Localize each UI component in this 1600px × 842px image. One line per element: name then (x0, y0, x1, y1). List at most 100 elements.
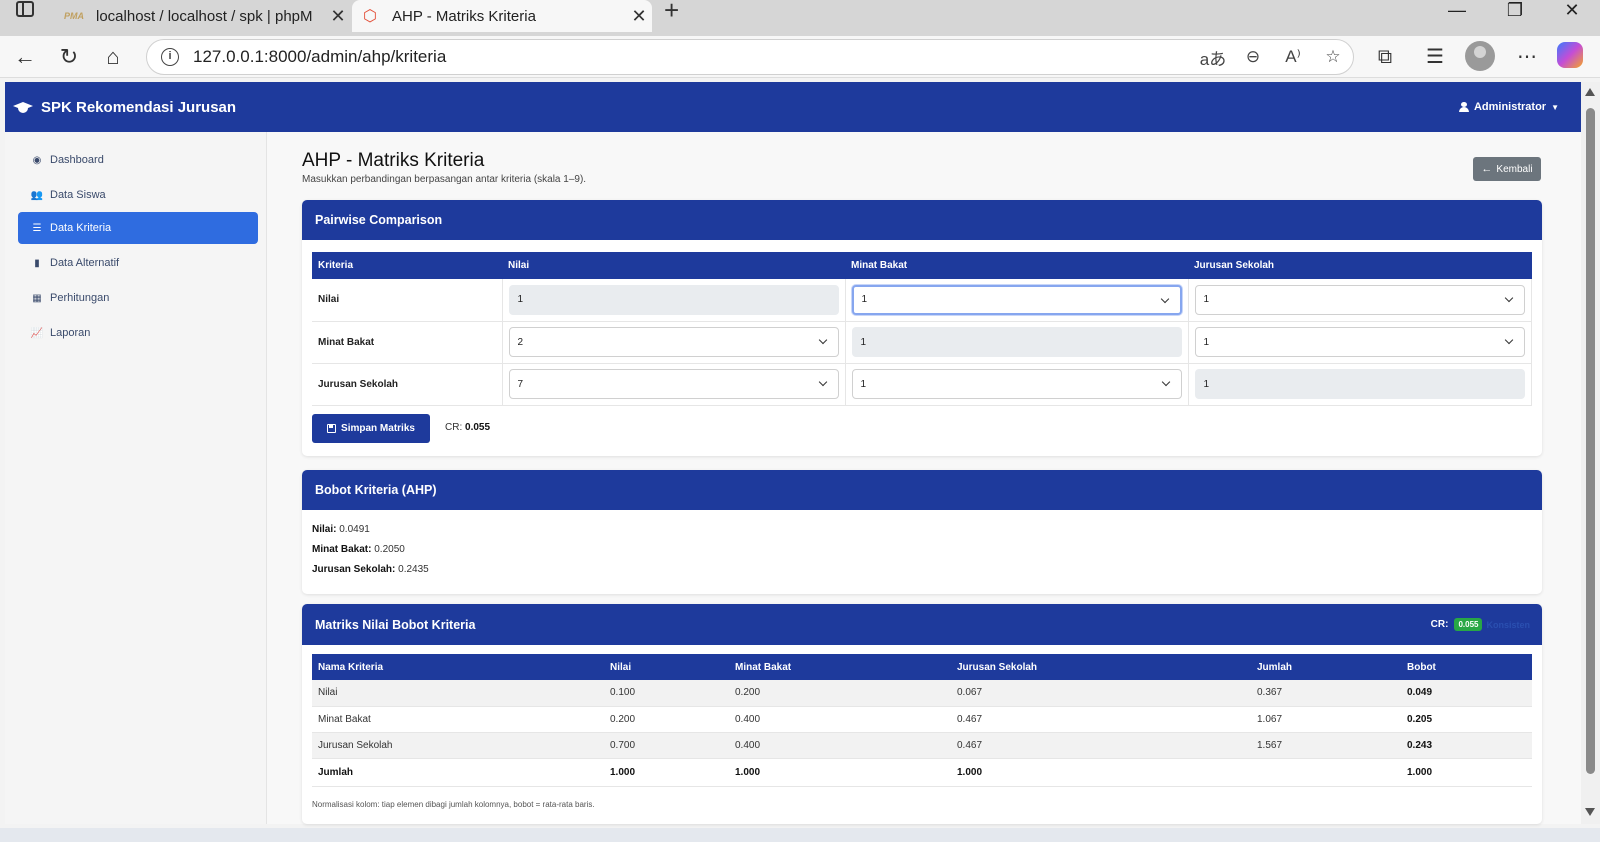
table-cell: 0.400 (729, 732, 951, 759)
column-header: Bobot (1401, 654, 1532, 680)
back-button-label: Kembali (1496, 163, 1533, 175)
table-cell: 1.000 (604, 758, 729, 787)
restore-button[interactable]: ❐ (1495, 0, 1535, 21)
brand-title: SPK Rekomendasi Jurusan (41, 98, 237, 116)
table-cell: 0.200 (604, 706, 729, 733)
close-window-button[interactable]: ✕ (1552, 0, 1592, 21)
weight-value: 0.0491 (339, 524, 370, 535)
tab-phpmyadmin[interactable]: PMA localhost / localhost / spk | phpM ✕ (56, 0, 351, 32)
translate-icon[interactable]: aあ (1193, 45, 1233, 70)
close-icon[interactable]: ✕ (626, 6, 652, 27)
table-cell: 0.467 (951, 706, 1251, 733)
matrix-select[interactable]: 1 (851, 284, 1182, 315)
tab-actions-icon[interactable] (16, 1, 34, 17)
bookmark-icon: ▮ (34, 257, 40, 269)
column-header: Jurusan Sekolah (951, 654, 1251, 680)
weight-item: Nilai: 0.0491 (312, 524, 1532, 535)
cr-badge: 0.055 (1454, 618, 1483, 631)
reload-icon[interactable]: ↻ (54, 42, 84, 72)
weight-label: Jurusan Sekolah: (312, 564, 396, 575)
column-header: Nama Kriteria (312, 654, 604, 680)
save-button-label: Simpan Matriks (341, 423, 415, 434)
more-options-icon[interactable]: ⋯ (1512, 42, 1542, 72)
back-button[interactable]: ← Kembali (1473, 157, 1541, 181)
weight-item: Jurusan Sekolah: 0.2435 (312, 564, 1532, 575)
sidebar-item-laporan[interactable]: 📈 Laporan (18, 317, 258, 349)
normalization-note: Normalisasi kolom: tiap elemen dibagi ju… (312, 800, 595, 809)
table-cell: 0.467 (951, 732, 1251, 759)
scroll-up-icon[interactable] (1585, 88, 1595, 96)
address-toolbar: ← ↻ ⌂ i 127.0.0.1:8000/admin/ahp/kriteri… (0, 36, 1600, 78)
tab-ahp-matriks[interactable]: ⬡ AHP - Matriks Kriteria ✕ (352, 0, 652, 32)
home-icon[interactable]: ⌂ (98, 42, 128, 72)
cell-value: 1 (1203, 378, 1210, 390)
table-cell: 0.200 (729, 680, 951, 707)
zoom-out-icon[interactable]: ⊖ (1233, 47, 1273, 67)
site-info-icon[interactable]: i (161, 48, 179, 66)
minimize-button[interactable]: — (1437, 0, 1477, 21)
read-aloud-icon[interactable]: A⁾ (1273, 47, 1313, 67)
gauge-icon: ◉ (32, 154, 42, 166)
table-cell: Jurusan Sekolah (312, 732, 604, 759)
chevron-down-icon (818, 377, 827, 387)
select-value: 2 (517, 336, 524, 348)
table-cell: 0.100 (604, 680, 729, 707)
close-icon[interactable]: ✕ (325, 6, 351, 27)
table-cell: Jumlah (312, 758, 604, 787)
user-name: Administrator (1473, 101, 1547, 113)
table-cell: 0.367 (1251, 680, 1401, 707)
favorites-icon[interactable]: ☰ (1420, 42, 1450, 72)
select-value: 1 (860, 378, 867, 390)
graduation-cap-icon (13, 100, 33, 114)
scrollbar-thumb[interactable] (1586, 108, 1595, 774)
chevron-down-icon (1161, 377, 1170, 387)
matrix-select[interactable]: 1 (1194, 327, 1525, 357)
table-cell: Minat Bakat (312, 706, 604, 733)
matrix-select[interactable]: 2 (508, 327, 839, 357)
save-matrix-button[interactable]: Simpan Matriks (312, 414, 430, 443)
back-arrow-icon[interactable]: ← (10, 42, 40, 72)
profile-avatar[interactable] (1465, 41, 1495, 71)
column-header: Jumlah (1251, 654, 1401, 680)
address-bar[interactable]: i 127.0.0.1:8000/admin/ahp/kriteria aあ ⊖… (146, 39, 1354, 75)
table-row: Nilai 1 1 1 (312, 279, 1532, 322)
sidebar-item-data-alternatif[interactable]: ▮ Data Alternatif (18, 247, 258, 279)
chevron-down-icon (1160, 294, 1169, 303)
table-cell: 0.205 (1401, 706, 1532, 733)
consistency-status: Konsisten (1486, 619, 1530, 630)
scroll-down-icon[interactable] (1585, 808, 1595, 816)
pairwise-header: Pairwise Comparison (302, 200, 1542, 240)
chevron-down-icon (1504, 293, 1514, 302)
page-title: AHP - Matriks Kriteria (302, 150, 485, 171)
table-cell: Nilai (312, 680, 604, 707)
table-row: Minat Bakat 2 1 1 (312, 321, 1532, 364)
url-text[interactable]: 127.0.0.1:8000/admin/ahp/kriteria (193, 47, 1193, 67)
select-value: 1 (861, 294, 868, 306)
save-icon (327, 424, 337, 433)
sidebar-item-label: Data Kriteria (50, 222, 112, 234)
sidebar-item-data-siswa[interactable]: 👥 Data Siswa (18, 179, 258, 211)
sidebar-item-data-kriteria[interactable]: ☰ Data Kriteria (18, 212, 258, 244)
table-cell (1251, 758, 1401, 787)
favorite-star-icon[interactable]: ☆ (1313, 47, 1353, 67)
weights-card: Bobot Kriteria (AHP) Nilai: 0.0491 Minat… (302, 470, 1542, 594)
copilot-icon[interactable] (1557, 42, 1583, 68)
sidebar-item-perhitungan[interactable]: ▦ Perhitungan (18, 282, 258, 314)
extensions-icon[interactable]: ⧉ (1370, 42, 1400, 72)
sidebar-item-label: Dashboard (50, 154, 104, 166)
matrix-select[interactable]: 1 (851, 369, 1182, 399)
table-row: Minat Bakat 0.200 0.400 0.467 1.067 0.20… (312, 706, 1532, 733)
matrix-select[interactable]: 1 (1194, 284, 1525, 315)
matrix-select[interactable]: 7 (508, 369, 839, 399)
sidebar-item-label: Perhitungan (50, 292, 110, 304)
sidebar-item-dashboard[interactable]: ◉ Dashboard (18, 144, 258, 176)
cr-result: CR: 0.055 (445, 422, 490, 433)
brand[interactable]: SPK Rekomendasi Jurusan (5, 99, 236, 116)
user-dropdown[interactable]: Administrator ▼ (1458, 101, 1559, 113)
new-tab-button[interactable]: + (664, 0, 679, 23)
page-scrollbar[interactable] (1581, 82, 1600, 824)
table-cell: 0.049 (1401, 680, 1532, 707)
column-header: Minat Bakat (845, 252, 1188, 279)
app-navbar: SPK Rekomendasi Jurusan Administrator ▼ (5, 82, 1581, 132)
cell-value: 1 (860, 336, 867, 348)
